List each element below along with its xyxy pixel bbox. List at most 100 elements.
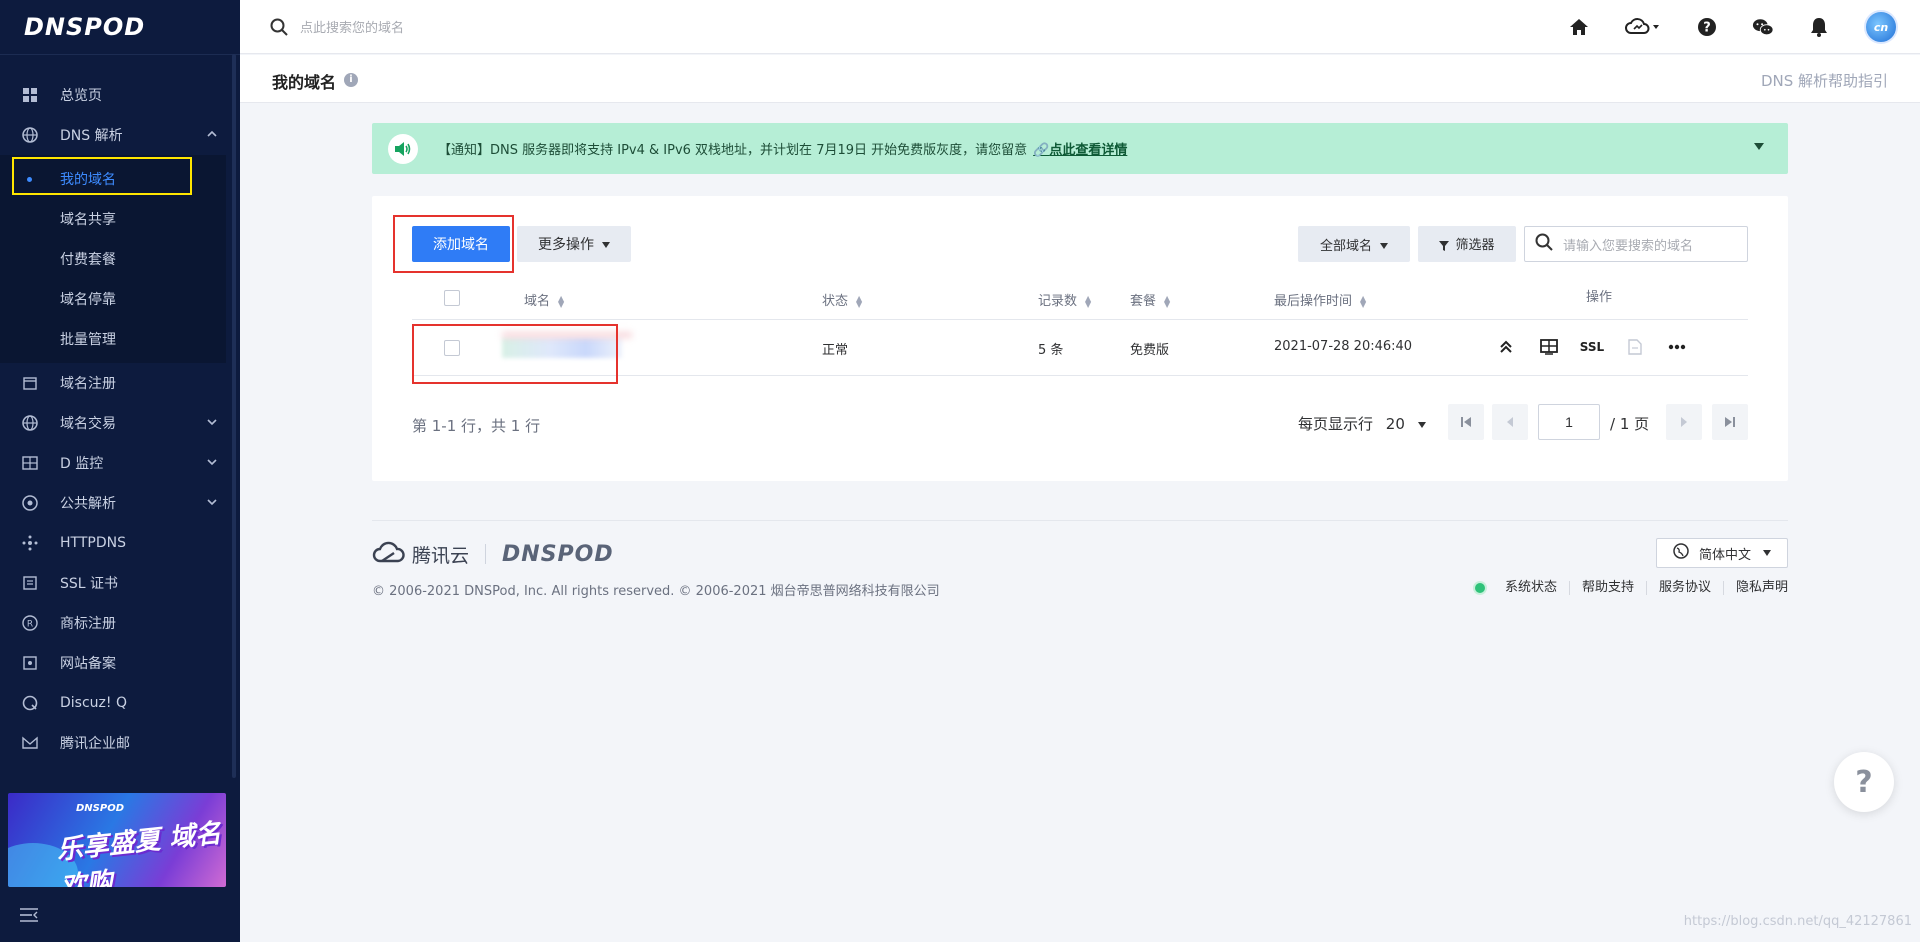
more-actions-label: 更多操作 xyxy=(538,236,594,252)
svg-text:?: ? xyxy=(1703,21,1711,36)
table-row[interactable]: 正常 5 条 免费版 2021-07-28 20:46:40 SSL xyxy=(412,320,1748,376)
sidebar-item-dns[interactable]: DNS 解析 xyxy=(0,115,240,155)
cloud-dropdown-icon[interactable] xyxy=(1624,16,1662,38)
notice-collapse-icon[interactable] xyxy=(1754,143,1764,150)
logo[interactable]: DNSPOD xyxy=(0,0,240,54)
sidebar-item-exmail[interactable]: 腾讯企业邮 xyxy=(0,723,240,763)
ssl-action[interactable]: SSL xyxy=(1575,336,1609,358)
table-header: 域名 ▲ ▼ 状态 ▲ ▼ 记录数 ▲ ▼ 套餐 ▲ ▼ 最后操作时间 ▲ ▼ 操作 xyxy=(412,276,1748,320)
tencent-cloud-logo-text: 腾讯云 xyxy=(412,544,470,567)
row-records: 5 条 xyxy=(1038,343,1064,358)
footer-link-privacy[interactable]: 隐私声明 xyxy=(1724,581,1788,595)
notice-detail-link[interactable]: 🔗点此查看详情 xyxy=(1033,139,1127,158)
all-domains-dropdown[interactable]: 全部域名 xyxy=(1298,226,1410,262)
sidebar-item-d-monitor[interactable]: D 监控 xyxy=(0,443,240,483)
last-page-button[interactable] xyxy=(1712,404,1748,440)
row-checkbox[interactable] xyxy=(444,340,460,356)
domain-search-input[interactable]: 请输入您要搜索的域名 xyxy=(1524,226,1748,262)
footer-link-terms[interactable]: 服务协议 xyxy=(1647,581,1724,595)
monitor-icon[interactable] xyxy=(1538,336,1560,358)
sidebar-item-public-dns[interactable]: 公共解析 xyxy=(0,483,240,523)
more-actions-button[interactable]: 更多操作 xyxy=(517,226,631,262)
sidebar-scrollbar[interactable] xyxy=(232,54,236,778)
filter-button[interactable]: 筛选器 xyxy=(1418,226,1516,262)
sidebar-item-ssl[interactable]: SSL 证书 xyxy=(0,563,240,603)
prev-page-button[interactable] xyxy=(1492,404,1528,440)
help-icon[interactable]: ? xyxy=(1696,16,1718,38)
monitor-icon xyxy=(22,455,38,471)
promo-banner[interactable]: DNSPOD 乐享盛夏 域名欢购 xyxy=(8,793,226,887)
column-label: 域名 xyxy=(524,294,551,309)
sidebar-item-domain-share[interactable]: 域名共享 xyxy=(0,199,226,239)
domain-search-placeholder: 请输入您要搜索的域名 xyxy=(1563,238,1694,254)
sidebar-item-domain-trade[interactable]: 域名交易 xyxy=(0,403,240,443)
search-icon[interactable] xyxy=(270,18,288,36)
sidebar-item-trademark[interactable]: R 商标注册 xyxy=(0,603,240,643)
footer-link-help[interactable]: 帮助支持 xyxy=(1570,581,1647,595)
column-last-op[interactable]: 最后操作时间 ▲ ▼ xyxy=(1274,290,1366,309)
more-icon[interactable] xyxy=(1666,336,1688,358)
global-search-input[interactable]: 点此搜索您的域名 xyxy=(300,17,404,36)
add-domain-button[interactable]: 添加域名 xyxy=(412,226,510,262)
floating-help-button[interactable]: ? xyxy=(1834,752,1894,812)
language-select[interactable]: 简体中文 xyxy=(1656,538,1788,568)
home-icon[interactable] xyxy=(1568,16,1590,38)
upgrade-icon[interactable] xyxy=(1495,336,1517,358)
avatar[interactable]: cn xyxy=(1864,10,1898,44)
column-status[interactable]: 状态 ▲ ▼ xyxy=(822,290,862,309)
registered-icon: R xyxy=(22,615,38,631)
column-label: 套餐 xyxy=(1130,294,1157,309)
next-page-button[interactable] xyxy=(1666,404,1702,440)
certificate-icon xyxy=(22,575,38,591)
sidebar-nav: 总览页 DNS 解析 我的域名 域名共享 付费套餐 域名停靠 批量管理 域名注册… xyxy=(0,55,240,763)
language-label: 简体中文 xyxy=(1699,547,1752,563)
page-title: 我的域名 xyxy=(272,73,337,92)
sort-icon: ▲ ▼ xyxy=(1085,293,1092,309)
sidebar-item-domain-register[interactable]: 域名注册 xyxy=(0,363,240,403)
link-icon: 🔗 xyxy=(1033,143,1050,158)
row-last-op: 2021-07-28 20:46:40 xyxy=(1274,339,1413,354)
watermark: https://blog.csdn.net/qq_42127861 xyxy=(1683,914,1912,929)
svg-text:R: R xyxy=(27,620,33,630)
page-number-input[interactable] xyxy=(1538,404,1600,440)
footer-link-system-status[interactable]: 系统状态 xyxy=(1493,581,1570,595)
sidebar-item-discuz[interactable]: Discuz! Q xyxy=(0,683,240,723)
domain-name-redacted[interactable] xyxy=(502,338,622,358)
collapse-menu-icon[interactable] xyxy=(20,906,38,927)
row-status: 正常 xyxy=(822,343,849,358)
dnspod-logo-text: DNSPOD xyxy=(502,541,614,567)
column-domain[interactable]: 域名 ▲ ▼ xyxy=(524,290,564,309)
calendar-icon xyxy=(22,375,38,391)
sidebar-item-label: 腾讯企业邮 xyxy=(60,736,130,752)
bell-icon[interactable] xyxy=(1808,16,1830,38)
sidebar-item-overview[interactable]: 总览页 xyxy=(0,75,240,115)
info-icon[interactable]: i xyxy=(344,73,358,87)
select-all-checkbox[interactable] xyxy=(444,290,460,306)
mail-icon xyxy=(22,735,38,751)
sidebar-item-label: 域名共享 xyxy=(60,212,116,228)
first-page-button[interactable] xyxy=(1448,404,1484,440)
column-records[interactable]: 记录数 ▲ ▼ xyxy=(1038,290,1091,309)
dns-submenu: 我的域名 域名共享 付费套餐 域名停靠 批量管理 xyxy=(0,155,226,363)
sidebar-item-batch-manage[interactable]: 批量管理 xyxy=(0,319,226,359)
sidebar-item-my-domains[interactable]: 我的域名 xyxy=(0,159,226,199)
search-icon xyxy=(1535,233,1553,255)
per-page-select[interactable]: 每页显示行 20 xyxy=(1298,413,1426,434)
column-plan[interactable]: 套餐 ▲ ▼ xyxy=(1130,290,1170,309)
sidebar-item-httpdns[interactable]: HTTPDNS xyxy=(0,523,240,563)
footer-links: 系统状态 帮助支持 服务协议 隐私声明 xyxy=(1474,581,1788,595)
sidebar-item-icp[interactable]: 网站备案 xyxy=(0,643,240,683)
sidebar-item-label: D 监控 xyxy=(60,456,104,472)
sidebar-item-domain-parking[interactable]: 域名停靠 xyxy=(0,279,226,319)
sidebar-item-paid-plans[interactable]: 付费套餐 xyxy=(0,239,226,279)
sidebar-item-label: SSL 证书 xyxy=(60,576,119,592)
chevron-down-icon xyxy=(206,416,218,432)
topbar: 点此搜索您的域名 ? cn xyxy=(240,0,1920,54)
domain-list-card: 添加域名 更多操作 全部域名 筛选器 请输入您要搜索的域名 域名 ▲ ▼ 状态 ▲ ▼ … xyxy=(372,196,1788,481)
wechat-icon[interactable] xyxy=(1752,16,1774,38)
filter-icon xyxy=(1439,239,1450,254)
document-icon[interactable] xyxy=(1624,336,1646,358)
row-plan: 免费版 xyxy=(1130,343,1170,358)
dns-help-guide-link[interactable]: DNS 解析帮助指引 xyxy=(1761,70,1888,91)
filter-label: 筛选器 xyxy=(1455,237,1495,253)
